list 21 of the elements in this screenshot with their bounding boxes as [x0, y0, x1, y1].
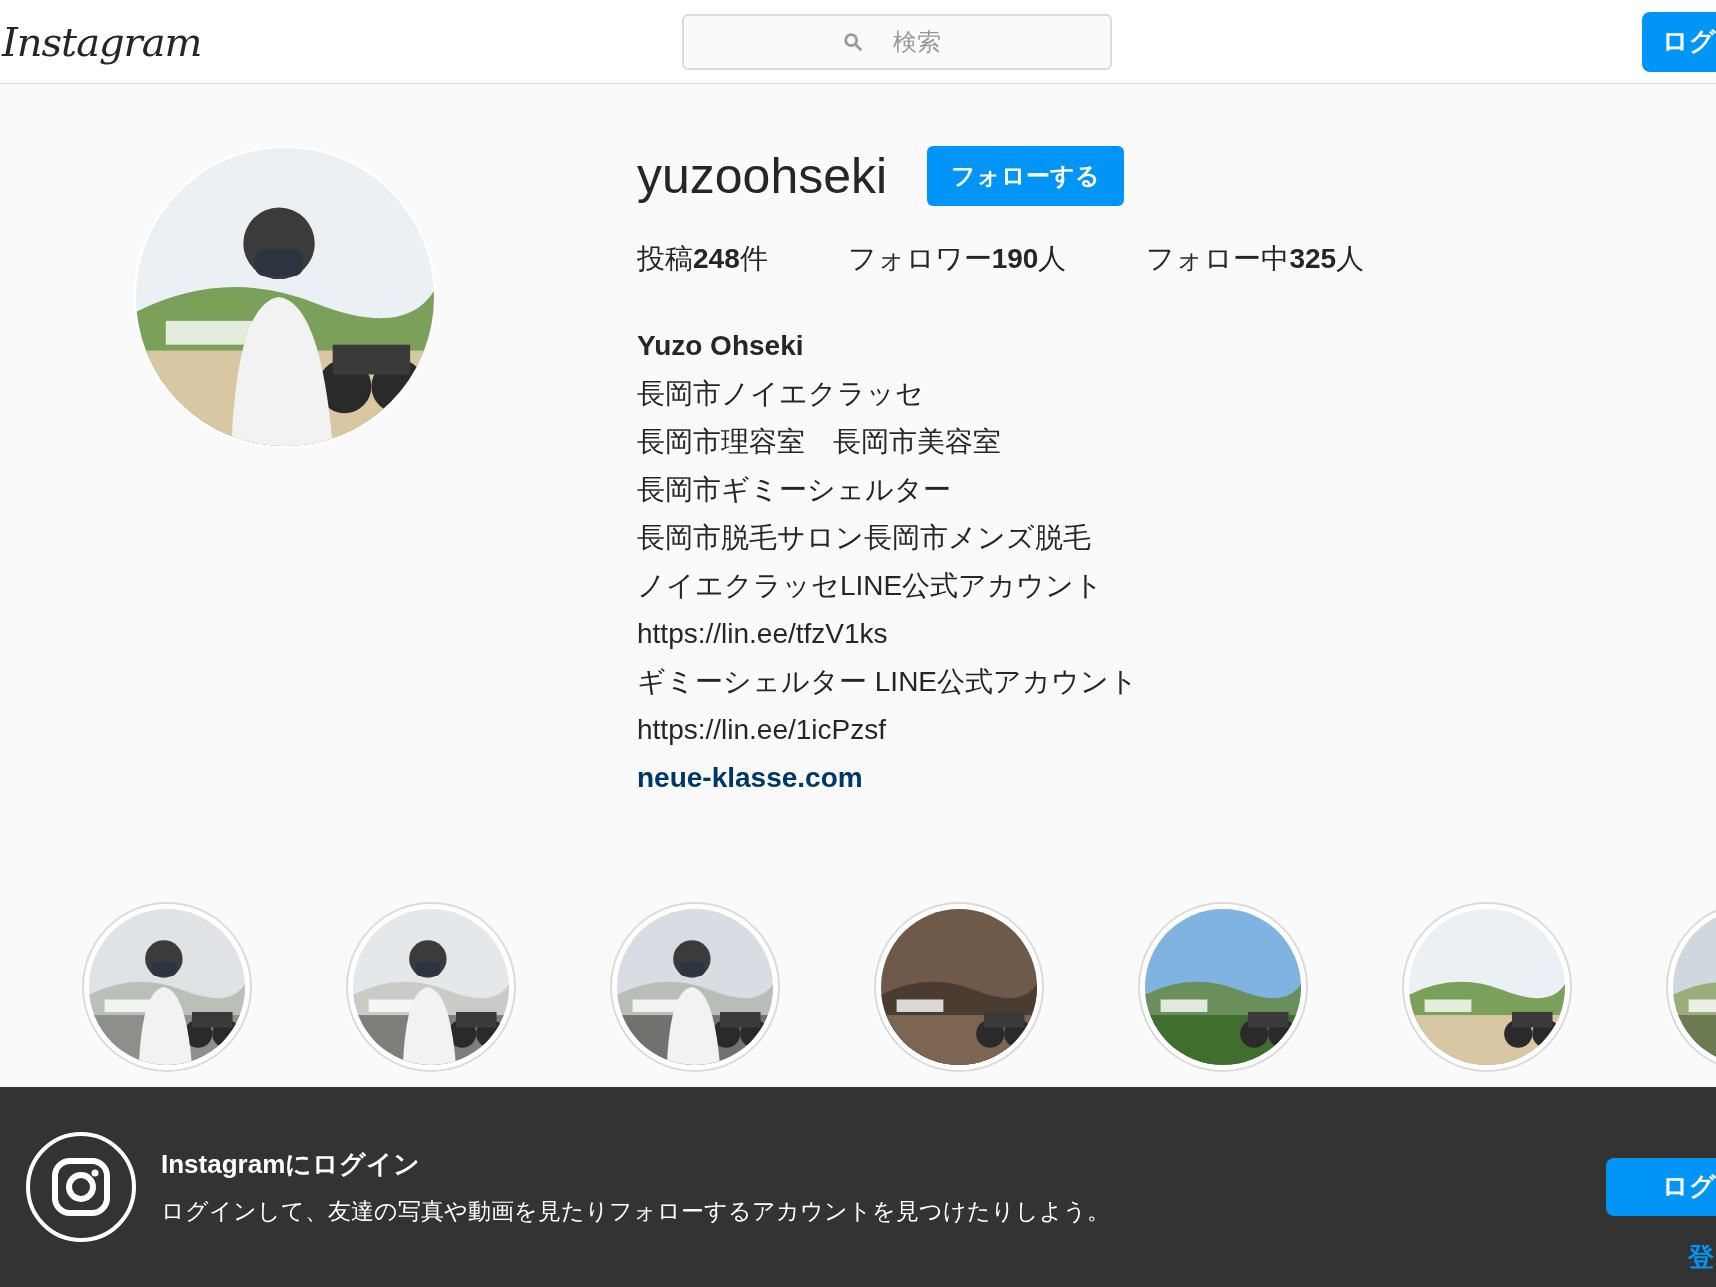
instagram-icon [25, 1131, 137, 1243]
website-link[interactable]: neue-klasse.com [637, 754, 863, 802]
bio-line: 長岡市ギミーシェルター [637, 473, 952, 507]
signup-link[interactable]: 登 [1688, 1237, 1714, 1277]
full-name: Yuzo Ohseki [637, 329, 805, 363]
instagram-logo[interactable]: Instagram [2, 11, 202, 72]
bio-line: 長岡市理容室 長岡市美容室 [637, 425, 1002, 459]
bio-line: https://lin.ee/1icPzsf [637, 713, 887, 747]
bio-line: 長岡市脱毛サロン長岡市メンズ脱毛 [637, 521, 1092, 555]
profile-stat[interactable]: フォロワー190人 [847, 238, 1067, 280]
bio-line: 長岡市ノイエクラッセ [637, 377, 925, 411]
username: yuzoohseki [637, 151, 888, 201]
bio-line: https://lin.ee/tfzV1ks [637, 617, 889, 651]
profile-stat[interactable]: フォロー中325人 [1146, 238, 1365, 280]
search-icon [841, 30, 864, 53]
banner-title: Instagramにログイン [161, 1148, 422, 1182]
banner-message: ログインして、友達の写真や動画を見たりフォローするアカウントを見つけたりしよう。 [161, 1197, 1110, 1227]
bio-line: ギミーシェルター LINE公式アカウント [637, 665, 1140, 699]
profile-stat[interactable]: 投稿248件 [637, 238, 768, 280]
bio-line: ノイエクラッセLINE公式アカウント [637, 569, 1105, 603]
search-field[interactable]: 検索 [681, 13, 1112, 70]
